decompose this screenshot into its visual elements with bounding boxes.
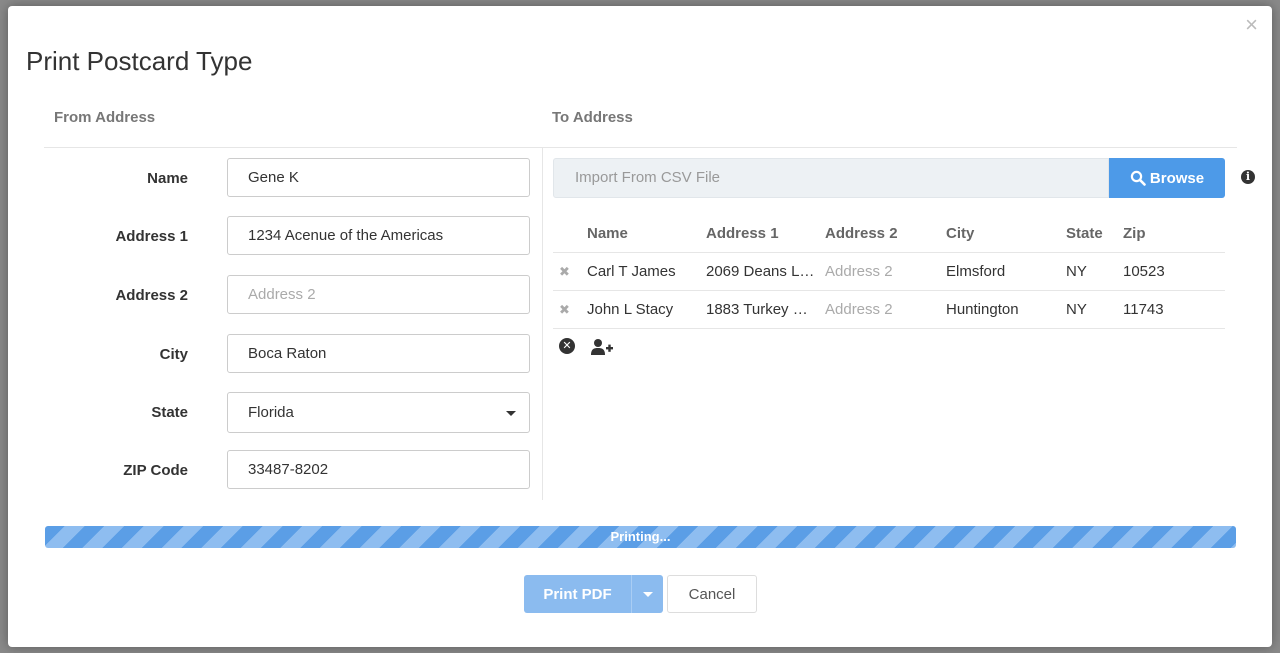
- cell-address1[interactable]: 1883 Turkey Pen Road: [706, 291, 816, 328]
- cell-name[interactable]: Carl T James: [587, 253, 697, 290]
- close-icon[interactable]: ×: [1245, 14, 1258, 36]
- cell-zip[interactable]: 11743: [1123, 291, 1203, 328]
- col-city: City: [946, 225, 975, 242]
- to-address-label: To Address: [552, 109, 633, 126]
- zip-label: ZIP Code: [123, 462, 188, 479]
- cell-state[interactable]: NY: [1066, 291, 1116, 328]
- print-pdf-button[interactable]: Print PDF: [524, 575, 631, 613]
- from-address-label: From Address: [54, 109, 156, 126]
- browse-label: Browse: [1149, 169, 1205, 187]
- search-icon: [1130, 170, 1146, 186]
- col-address1: Address 1: [706, 225, 779, 242]
- col-zip: Zip: [1123, 225, 1146, 242]
- column-divider: [542, 148, 543, 500]
- name-row: Name: [44, 158, 534, 199]
- address2-row: Address 2: [44, 275, 534, 316]
- cell-address2[interactable]: Address 2: [825, 291, 935, 328]
- cell-zip[interactable]: 10523: [1123, 253, 1203, 290]
- col-address2: Address 2: [825, 225, 898, 242]
- cancel-button[interactable]: Cancel: [667, 575, 757, 613]
- cell-city[interactable]: Elmsford: [946, 253, 1056, 290]
- progress-label: Printing...: [610, 529, 671, 544]
- name-label: Name: [147, 170, 188, 187]
- state-select[interactable]: Florida: [227, 392, 530, 433]
- col-name: Name: [587, 225, 628, 242]
- city-row: City: [44, 334, 534, 375]
- remove-row-icon[interactable]: ✖: [559, 253, 570, 290]
- zip-row: ZIP Code: [44, 450, 534, 491]
- cell-address2[interactable]: Address 2: [825, 253, 935, 290]
- print-options-dropdown[interactable]: [631, 575, 663, 613]
- address1-input[interactable]: [227, 216, 530, 255]
- address2-input[interactable]: [227, 275, 530, 314]
- city-label: City: [159, 346, 188, 363]
- print-postcard-modal: × Print Postcard Type From Address To Ad…: [8, 6, 1272, 647]
- to-address-table: Name Address 1 Address 2 City State Zip …: [553, 216, 1225, 329]
- modal-title: Print Postcard Type: [26, 46, 253, 76]
- print-progress-bar: Printing...: [45, 526, 1236, 548]
- cell-name[interactable]: John L Stacy: [587, 291, 697, 328]
- add-user-icon[interactable]: [591, 338, 613, 356]
- cell-address1[interactable]: 2069 Deans Lane: [706, 253, 816, 290]
- address1-label: Address 1: [115, 228, 188, 245]
- table-header: Name Address 1 Address 2 City State Zip: [553, 216, 1225, 253]
- col-state: State: [1066, 225, 1103, 242]
- cell-state[interactable]: NY: [1066, 253, 1116, 290]
- table-row: ✖ Carl T James 2069 Deans Lane Address 2…: [553, 253, 1225, 291]
- info-icon[interactable]: i: [1241, 170, 1255, 184]
- name-input[interactable]: [227, 158, 530, 197]
- state-row: State Florida: [44, 392, 534, 433]
- cell-city[interactable]: Huntington: [946, 291, 1056, 328]
- state-value: Florida: [248, 404, 294, 421]
- clear-all-icon[interactable]: ✕: [559, 338, 575, 354]
- state-label: State: [151, 404, 188, 421]
- table-row: ✖ John L Stacy 1883 Turkey Pen Road Addr…: [553, 291, 1225, 329]
- browse-button[interactable]: Browse: [1109, 158, 1225, 198]
- chevron-down-icon: [506, 411, 516, 416]
- remove-row-icon[interactable]: ✖: [559, 291, 570, 328]
- city-input[interactable]: [227, 334, 530, 373]
- chevron-down-icon: [643, 592, 653, 597]
- zip-input[interactable]: [227, 450, 530, 489]
- address2-label: Address 2: [115, 287, 188, 304]
- csv-file-input[interactable]: Import From CSV File: [553, 158, 1109, 198]
- header-divider: [44, 147, 1237, 148]
- address1-row: Address 1: [44, 216, 534, 257]
